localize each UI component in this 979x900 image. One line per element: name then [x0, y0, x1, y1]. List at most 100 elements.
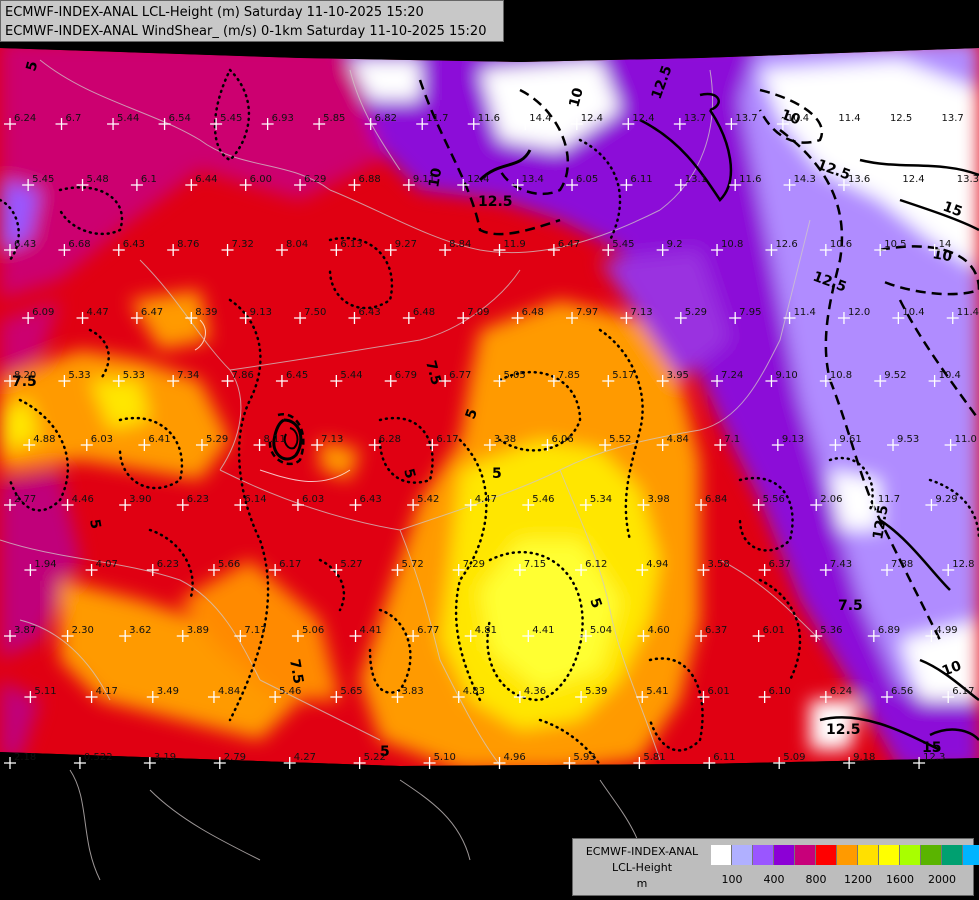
station-value: 9.18	[853, 752, 875, 763]
station-value: 6.43	[358, 307, 380, 318]
station-value: 5.33	[123, 370, 145, 381]
station-value: 5.48	[87, 174, 109, 185]
station-value: 6.1	[141, 174, 157, 185]
station-value: 6.06	[551, 434, 573, 445]
station-value: 12.8	[952, 559, 974, 570]
station-value: 4.88	[33, 434, 55, 445]
station-value: 11.4	[957, 307, 979, 318]
map-title-box: ECMWF-INDEX-ANAL LCL-Height (m) Saturday…	[0, 0, 504, 42]
station-value: 4.84	[667, 434, 689, 445]
station-value: 2.18	[14, 752, 36, 763]
station-value: 12.4	[581, 113, 603, 124]
station-value: 4.41	[360, 625, 382, 636]
station-value: 9.52	[884, 370, 906, 381]
station-value: 11.0	[955, 434, 977, 445]
station-value: 4.81	[475, 625, 497, 636]
station-value: 6.37	[769, 559, 791, 570]
legend-model: ECMWF-INDEX-ANAL	[585, 845, 699, 858]
station-value: 6.03	[91, 434, 113, 445]
station-value: 5.45	[32, 174, 54, 185]
color-legend: ECMWF-INDEX-ANAL LCL-Height m 100 400 800 1…	[572, 838, 979, 896]
station-value: 4.99	[935, 625, 957, 636]
station-value: 4.84	[218, 686, 240, 697]
station-value: 12.3	[923, 752, 945, 763]
station-value: 2.77	[14, 494, 36, 505]
station-value: 6.77	[417, 625, 439, 636]
station-value: 6.77	[449, 370, 471, 381]
station-value: 7.85	[558, 370, 580, 381]
legend-swatch	[942, 845, 963, 865]
station-value: 9.13	[250, 307, 272, 318]
station-value: 8.76	[177, 239, 199, 250]
station-value: 4.36	[524, 686, 546, 697]
station-value: 5.17	[612, 370, 634, 381]
station-value: 6.84	[705, 494, 727, 505]
station-value: 13.7	[684, 113, 706, 124]
station-value: 0.522	[84, 752, 113, 763]
station-value: 8.84	[449, 239, 471, 250]
station-value: 7.24	[721, 370, 743, 381]
station-value: 4.17	[96, 686, 118, 697]
station-value: 3.89	[187, 625, 209, 636]
station-value: 13.7	[735, 113, 757, 124]
station-value: 6.43	[360, 494, 382, 505]
station-value: 10.8	[830, 370, 852, 381]
station-value: 6.13	[340, 239, 362, 250]
station-value: 7.88	[891, 559, 913, 570]
legend-swatch	[711, 845, 732, 865]
station-value: 5.46	[532, 494, 554, 505]
station-value: 6.24	[830, 686, 852, 697]
station-value: 7.09	[467, 307, 489, 318]
title-line-lcl: ECMWF-INDEX-ANAL LCL-Height (m) Saturday…	[5, 5, 424, 20]
station-value: 11.6	[478, 113, 500, 124]
station-value: 6.41	[148, 434, 170, 445]
station-value: 12.4	[902, 174, 924, 185]
station-value: 6.28	[379, 434, 401, 445]
legend-swatch	[732, 845, 753, 865]
legend-swatch	[858, 845, 879, 865]
station-value: 5.72	[402, 559, 424, 570]
station-value: 7.13	[630, 307, 652, 318]
contour-label: 12.5	[826, 722, 861, 738]
station-value: 4.47	[87, 307, 109, 318]
station-value: 4.47	[475, 494, 497, 505]
legend-variable: LCL-Height	[611, 861, 673, 874]
legend-swatch	[774, 845, 795, 865]
station-value: 3.98	[647, 494, 669, 505]
legend-swatch	[837, 845, 858, 865]
station-value: 6.12	[585, 559, 607, 570]
station-value: 6.14	[244, 494, 266, 505]
station-value: 8.04	[286, 239, 308, 250]
station-value: 9.61	[839, 434, 861, 445]
station-value: 7.1	[724, 434, 740, 445]
legend-swatch	[795, 845, 816, 865]
weather-map: 5 10 12.5 10 12.5 10 12.5 15 10 12.5 7.5…	[0, 0, 979, 900]
station-value: 5.93	[573, 752, 595, 763]
station-value: 7.15	[524, 559, 546, 570]
station-value: 6.47	[141, 307, 163, 318]
station-value: 11.4	[838, 113, 860, 124]
station-value: 13.1	[685, 174, 707, 185]
station-value: 4.46	[72, 494, 94, 505]
station-value: 4.94	[646, 559, 668, 570]
legend-swatches	[711, 845, 979, 865]
station-value: 7.34	[177, 370, 199, 381]
station-value: 5.09	[783, 752, 805, 763]
station-value: 5.45	[612, 239, 634, 250]
station-value: 5.44	[117, 113, 139, 124]
station-value: 5.42	[417, 494, 439, 505]
station-value: 6.10	[769, 686, 791, 697]
station-value: 6.09	[32, 307, 54, 318]
station-value: 10.6	[830, 239, 852, 250]
station-value: 3.19	[154, 752, 176, 763]
station-value: 6.05	[576, 174, 598, 185]
station-value: 7.32	[232, 239, 254, 250]
station-value: 5.34	[590, 494, 612, 505]
legend-swatch	[816, 845, 837, 865]
station-value: 12.4	[467, 174, 489, 185]
station-value: 9.53	[897, 434, 919, 445]
station-value: 13.6	[848, 174, 870, 185]
station-value: 6.03	[302, 494, 324, 505]
station-value: 4.60	[647, 625, 669, 636]
station-value: 10.4	[787, 113, 809, 124]
